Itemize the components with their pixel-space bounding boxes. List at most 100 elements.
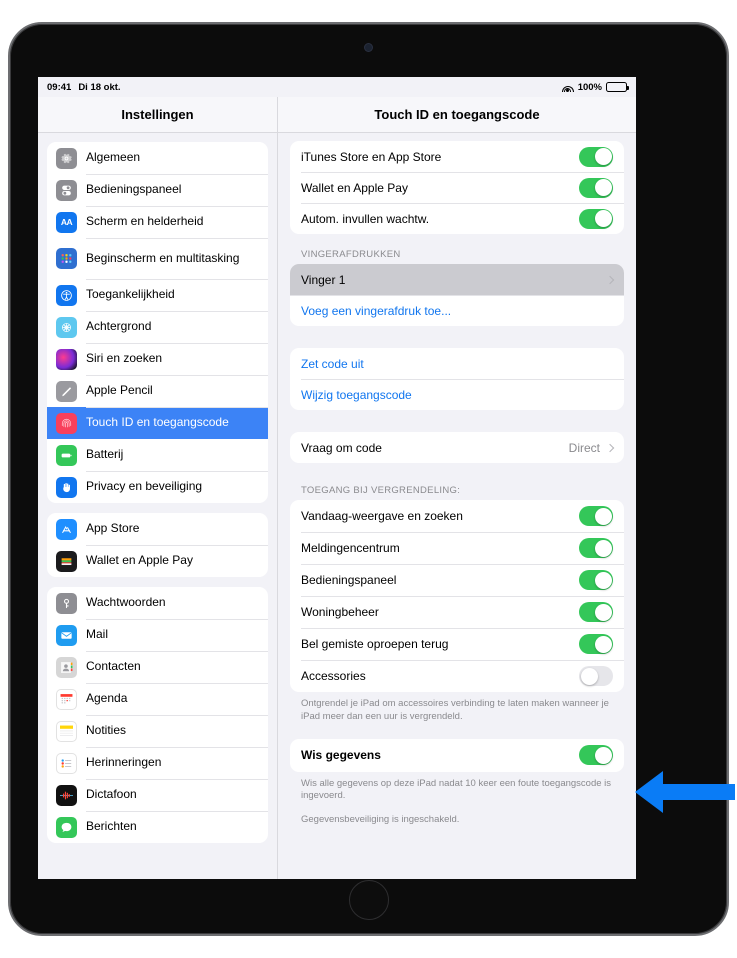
row-control-center[interactable]: Bedieningspaneel <box>290 564 624 596</box>
row-itunes-app-store[interactable]: iTunes Store en App Store <box>290 141 624 172</box>
toggle-itunes-app-store[interactable] <box>579 146 613 167</box>
front-camera <box>365 44 372 51</box>
toggle-control-center[interactable] <box>579 570 613 590</box>
row-accessories[interactable]: Accessories <box>290 660 624 692</box>
toggle-accessories[interactable] <box>579 666 613 686</box>
row-change-passcode[interactable]: Wijzig toegangscode <box>290 379 624 410</box>
sidebar-item-toegankelijkheid[interactable]: Toegankelijkheid <box>47 279 268 311</box>
row-notification-center[interactable]: Meldingencentrum <box>290 532 624 564</box>
sidebar-item-wallet-en-apple-pay[interactable]: Wallet en Apple Pay <box>47 545 268 577</box>
row-add-fingerprint[interactable]: Voeg een vingerafdruk toe... <box>290 295 624 326</box>
toggle-autofill-passwords[interactable] <box>579 208 613 229</box>
row-wallet-apple-pay[interactable]: Wallet en Apple Pay <box>290 172 624 203</box>
sidebar-item-label: Touch ID en toegangscode <box>86 415 229 430</box>
sidebar-scroll[interactable]: Algemeen Bedieningspaneel AA Scherm en h… <box>38 133 277 879</box>
footnote-accessories: Ontgrendel je iPad om accessoires verbin… <box>301 698 609 722</box>
home-button[interactable] <box>348 880 389 920</box>
sidebar-item-dictafoon[interactable]: Dictafoon <box>47 779 268 811</box>
row-label: Zet code uit <box>301 356 364 371</box>
row-return-missed-calls[interactable]: Bel gemiste oproepen terug <box>290 628 624 660</box>
group-allow-access-when-locked: Vandaag-weergave en zoeken Meldingencent… <box>290 500 624 692</box>
row-vinger-1[interactable]: Vinger 1 <box>290 264 624 295</box>
sidebar-item-label: Scherm en helderheid <box>86 214 204 229</box>
status-date: Di 18 okt. <box>78 81 121 93</box>
contacts-icon <box>56 656 77 678</box>
toggle-return-missed-calls[interactable] <box>579 634 613 654</box>
sidebar-item-siri-en-zoeken[interactable]: Siri en zoeken <box>47 343 268 375</box>
row-label: Autom. invullen wachtw. <box>301 211 430 226</box>
app-store-icon <box>56 518 77 540</box>
row-label: Woningbeheer <box>301 605 379 619</box>
sidebar-item-batterij[interactable]: Batterij <box>47 439 268 471</box>
display-brightness-icon: AA <box>56 211 77 233</box>
sidebar-item-label: Wachtwoorden <box>86 595 166 610</box>
sidebar-item-herinneringen[interactable]: Herinneringen <box>47 747 268 779</box>
sidebar-item-label: Apple Pencil <box>86 383 153 398</box>
sidebar-item-wachtwoorden[interactable]: Wachtwoorden <box>47 587 268 619</box>
sidebar-item-scherm-en-helderheid[interactable]: AA Scherm en helderheid <box>47 206 268 238</box>
ipad-device-frame: 09:41 Di 18 okt. 100% Instellingen Algem… <box>8 22 729 936</box>
sidebar-item-privacy-en-beveiliging[interactable]: Privacy en beveiliging <box>47 471 268 503</box>
row-autofill-passwords[interactable]: Autom. invullen wachtw. <box>290 203 624 234</box>
sidebar-item-label: Wallet en Apple Pay <box>86 553 193 568</box>
home-screen-icon <box>56 248 77 269</box>
sidebar-item-touch-id-en-toegangscode[interactable]: Touch ID en toegangscode <box>47 407 268 439</box>
detail-title: Touch ID en toegangscode <box>278 97 636 133</box>
toggle-wallet-apple-pay[interactable] <box>579 177 613 198</box>
sidebar-item-app-store[interactable]: App Store <box>47 513 268 545</box>
toggle-notification-center[interactable] <box>579 538 613 558</box>
status-bar: 09:41 Di 18 okt. 100% <box>38 77 636 97</box>
calendar-icon <box>56 688 77 710</box>
row-today-view-search[interactable]: Vandaag-weergave en zoeken <box>290 500 624 532</box>
sidebar-group-stores: App Store Wallet en Apple Pay <box>47 513 268 577</box>
wifi-icon <box>561 83 574 92</box>
toggle-home-control[interactable] <box>579 602 613 622</box>
sidebar-item-label: Privacy en beveiliging <box>86 479 203 494</box>
sidebar-item-label: App Store <box>86 521 140 536</box>
ipad-screen: 09:41 Di 18 okt. 100% Instellingen Algem… <box>38 77 636 879</box>
row-label: Vraag om code <box>301 440 382 455</box>
group-fingerprints: Vinger 1 Voeg een vingerafdruk toe... <box>290 264 624 326</box>
accessibility-icon <box>56 284 77 306</box>
row-label: Vinger 1 <box>301 272 346 287</box>
sidebar-item-bedieningspaneel[interactable]: Bedieningspaneel <box>47 174 268 206</box>
chevron-right-icon <box>605 443 615 452</box>
sidebar-group-system: Algemeen Bedieningspaneel AA Scherm en h… <box>47 142 268 503</box>
sidebar-item-algemeen[interactable]: Algemeen <box>47 142 268 174</box>
siri-icon <box>56 348 77 370</box>
sidebar-item-contacten[interactable]: Contacten <box>47 651 268 683</box>
sidebar-item-label: Herinneringen <box>86 755 162 770</box>
footnote-data-protection: Gegevensbeveiliging is ingeschakeld. <box>301 814 460 826</box>
sidebar-item-berichten[interactable]: Berichten <box>47 811 268 843</box>
touch-id-detail-pane: Touch ID en toegangscode iTunes Store en… <box>277 97 636 879</box>
status-time: 09:41 <box>47 81 72 93</box>
sidebar-item-label: Mail <box>86 627 109 642</box>
row-label: Bel gemiste oproepen terug <box>301 637 449 651</box>
voice-memos-icon <box>56 784 77 806</box>
group-erase-data: Wis gegevens <box>290 738 624 772</box>
section-header-fingerprints: VINGERAFDRUKKEN <box>301 249 401 260</box>
sidebar-item-agenda[interactable]: Agenda <box>47 683 268 715</box>
sidebar-item-label: Agenda <box>86 691 128 706</box>
row-turn-passcode-off[interactable]: Zet code uit <box>290 348 624 379</box>
sidebar-item-apple-pencil[interactable]: Apple Pencil <box>47 375 268 407</box>
row-home-control[interactable]: Woningbeheer <box>290 596 624 628</box>
detail-scroll[interactable]: iTunes Store en App Store Wallet en Appl… <box>278 133 636 879</box>
battery-icon <box>606 82 629 92</box>
sidebar-item-achtergrond[interactable]: Achtergrond <box>47 311 268 343</box>
sidebar-item-mail[interactable]: Mail <box>47 619 268 651</box>
row-label: Wis gegevens <box>301 748 381 763</box>
sidebar-item-beginscherm-en-multitasking[interactable]: Beginscherm en multitasking <box>47 238 268 279</box>
row-label: Bedieningspaneel <box>301 573 397 587</box>
row-label: Meldingencentrum <box>301 541 400 555</box>
row-erase-data[interactable]: Wis gegevens <box>290 739 624 772</box>
split-view: Instellingen Algemeen Bedieningspaneel A… <box>38 97 636 879</box>
left-arrow-annotation <box>635 771 735 813</box>
toggle-today-view-search[interactable] <box>579 506 613 526</box>
sidebar-item-notities[interactable]: Notities <box>47 715 268 747</box>
row-require-passcode[interactable]: Vraag om code Direct <box>290 432 624 463</box>
sidebar-item-label: Bedieningspaneel <box>86 182 182 197</box>
toggle-erase-data[interactable] <box>579 745 613 766</box>
row-label: Accessories <box>301 669 366 683</box>
notes-icon <box>56 720 77 742</box>
